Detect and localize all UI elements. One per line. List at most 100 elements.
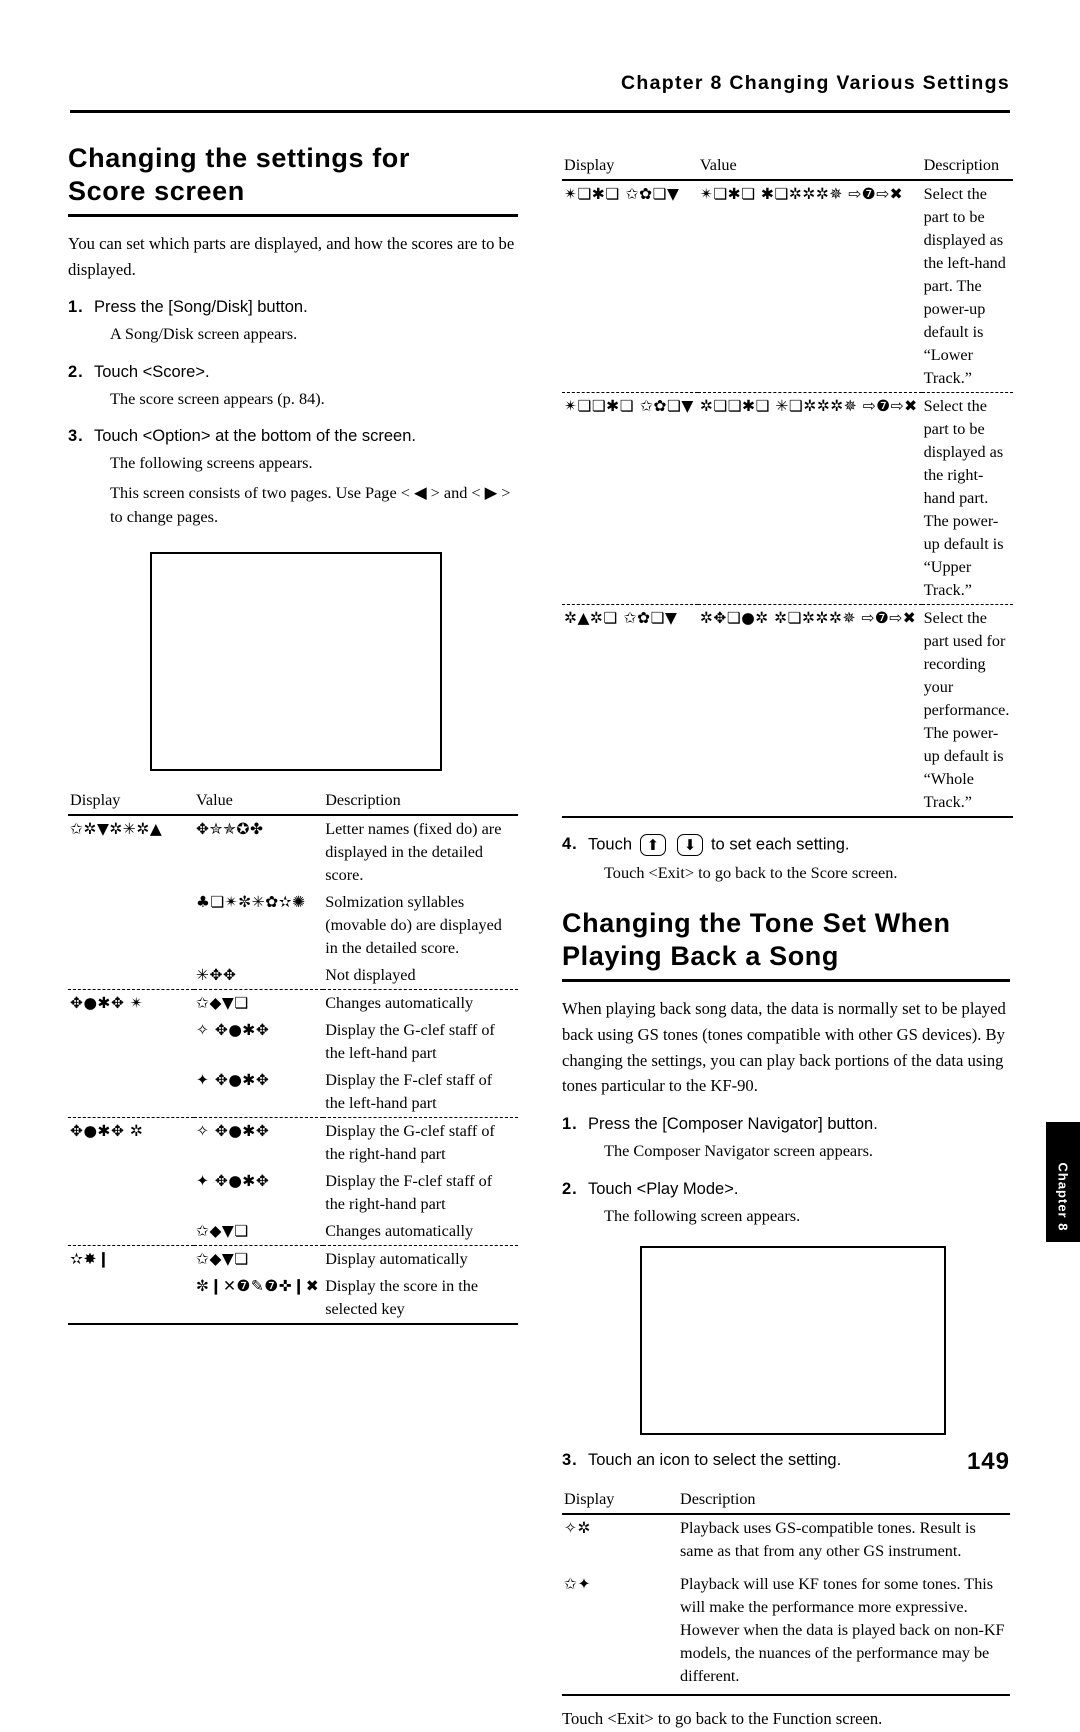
step-3-text: Touch <Option> at the bottom of the scre… — [94, 427, 416, 446]
table-row: ✥●✱✥ ✲ ✧ ✥●✱✥ Display the G-clef staff o… — [68, 1116, 518, 1168]
cell-value: ✲❏❏✱❏ ✳❏✲✲✲✵ ⇨❼⇨✖ — [697, 392, 922, 605]
cell-value: ✧ ✥●✱✥ — [196, 1020, 270, 1039]
cell-description: Display the G-clef staff of the left-han… — [325, 1020, 495, 1062]
step-4-number: 4. — [562, 835, 578, 854]
table-row: ✧ ✥●✱✥ Display the G-clef staff of the l… — [68, 1017, 518, 1067]
cell-display — [68, 889, 194, 962]
left-column: Changing the settings for Score screen Yo… — [68, 136, 518, 1325]
score-settings-table: Display Value Description ✩✲▼✲✳✲▲ ✥✮✯✪✤ … — [68, 789, 518, 1325]
step-r1: 1. Press the [Composer Navigator] button… — [562, 1115, 1010, 1134]
right-table-header-value: Value — [699, 156, 737, 174]
step-r2: 2. Touch <Play Mode>. — [562, 1180, 1010, 1199]
play-mode-screen-illustration — [640, 1246, 946, 1436]
table-row: ✩✲▼✲✳✲▲ ✥✮✯✪✤ Letter names (fixed do) ar… — [68, 814, 518, 889]
step-3-sub-b: This screen consists of two pages. Use P… — [110, 482, 511, 527]
page-number: 149 — [966, 1448, 1010, 1475]
table-row: ✴❏✱❏ ✩✿❏▼ ✴❏✱❏ ✱❏✲✲✲✵ ⇨❼⇨✖ Select the pa… — [562, 180, 1014, 393]
section-title-rule — [562, 979, 1010, 983]
cell-display: ✲▲✲❏ ✩✿❏▼ — [562, 604, 698, 817]
header-rule — [70, 110, 1010, 113]
arrow-up-icon[interactable]: ⬆ — [639, 834, 667, 856]
score-option-screen-illustration — [150, 551, 442, 771]
chapter-tab: Chapter 8 — [1046, 1122, 1080, 1242]
table-row: ✩✦ Playback will use KF tones for some t… — [562, 1565, 1010, 1690]
table-row: ✦ ✥●✱✥ Display the F-clef staff of the r… — [68, 1168, 518, 1218]
table-row: ✫✸❙ ✩◆▼❏ Display automatically — [68, 1244, 518, 1273]
step-2-sub: The score screen appears (p. 84). — [110, 388, 325, 408]
table-row: ✳✥✥ Not displayed — [68, 962, 518, 990]
cell-value: ✼❙✕❼✎❼✜❙✖ — [196, 1276, 320, 1295]
cell-description: Display the score in the selected key — [325, 1276, 479, 1318]
step-4-text: Touch ⬆ ⬇ to set each setting. — [588, 834, 1010, 856]
cell-description: Playback uses GS-compatible tones. Resul… — [680, 1519, 976, 1561]
tone-table-header-display: Display — [564, 1490, 615, 1509]
cell-display: ✥●✱✥ ✲ — [68, 1116, 194, 1168]
cell-description: Display the F-clef staff of the left-han… — [325, 1070, 493, 1112]
cell-display — [68, 962, 194, 990]
left-table-header-value: Value — [196, 790, 233, 809]
cell-description: Select the part to be displayed as the l… — [923, 185, 1006, 387]
cell-value: ♣❏✴✼✳✿✫✺ — [196, 892, 306, 911]
step-r1-text: Press the [Composer Navigator] button. — [588, 1115, 878, 1134]
table-row: ✼❙✕❼✎❼✜❙✖ Display the score in the selec… — [68, 1273, 518, 1324]
cell-description: Select the part used for recording your … — [921, 604, 1014, 817]
cell-description: Letter names (fixed do) are displayed in… — [325, 819, 502, 884]
closing-note: Touch <Exit> to go back to the Function … — [562, 1709, 883, 1729]
page-title: Changing the settings for Score screen — [68, 143, 410, 206]
intro-paragraph: You can set which parts are displayed, a… — [68, 233, 515, 279]
cell-display: ✴❏❏✱❏ ✩✿❏▼ — [562, 392, 698, 605]
step-r3-text: Touch an icon to select the setting. — [588, 1451, 842, 1470]
tone-set-table: Display Description ✧✲ Playback uses GS-… — [562, 1488, 1010, 1696]
part-settings-table: Display Value Description ✴❏✱❏ ✩✿❏▼ ✴❏✱❏… — [562, 154, 1014, 818]
section-title-tone-set: Changing the Tone Set When Playing Back a… — [562, 908, 951, 972]
step-r3-number: 3. — [562, 1451, 578, 1470]
cell-display: ✩✲▼✲✳✲▲ — [70, 819, 163, 838]
step-2-number: 2. — [68, 362, 84, 381]
cell-value: ✳✥✥ — [196, 965, 237, 984]
step-3-sub-a: The following screens appears. — [110, 453, 313, 473]
right-table-header-description: Description — [923, 156, 1000, 174]
cell-description: Display the F-clef staff of the right-ha… — [325, 1171, 493, 1213]
cell-display: ✥●✱✥ ✴ — [68, 988, 194, 1017]
table-row: ✲▲✲❏ ✩✿❏▼ ✲✥❏●✲ ✲❏✲✲✲✵ ⇨❼⇨✖ Select the p… — [562, 604, 1014, 817]
cell-value: ✴❏✱❏ ✱❏✲✲✲✵ ⇨❼⇨✖ — [699, 185, 904, 203]
step-r1-number: 1. — [562, 1115, 578, 1134]
table-row: ✧✲ Playback uses GS-compatible tones. Re… — [562, 1514, 1010, 1565]
cell-display — [68, 1017, 194, 1067]
step-r2-sub: The following screen appears. — [604, 1205, 801, 1225]
step-1-number: 1. — [68, 298, 84, 317]
step-2: 2. Touch <Score>. — [68, 363, 518, 382]
table-row: ♣❏✴✼✳✿✫✺ Solmization syllables (movable … — [68, 889, 518, 962]
step-r3: 3. Touch an icon to select the setting. — [562, 1451, 1010, 1470]
cell-description: Not displayed — [325, 965, 416, 984]
step-3: 3. Touch <Option> at the bottom of the s… — [68, 427, 518, 446]
cell-value: ✧ ✥●✱✥ — [194, 1116, 324, 1168]
cell-display: ✩✦ — [564, 1575, 591, 1594]
cell-value: ✦ ✥●✱✥ — [196, 1171, 270, 1190]
cell-description: Display the G-clef staff of the right-ha… — [323, 1116, 518, 1168]
title-rule — [68, 213, 518, 217]
cell-display — [68, 1067, 194, 1118]
step-4-sub: Touch <Exit> to go back to the Score scr… — [604, 863, 898, 882]
arrow-down-icon[interactable]: ⬇ — [676, 834, 704, 856]
step-r1-sub: The Composer Navigator screen appears. — [604, 1141, 873, 1161]
step-r2-text: Touch <Play Mode>. — [588, 1179, 739, 1198]
chapter-tab-label: Chapter 8 — [1055, 1162, 1071, 1232]
page-header: Chapter 8 Changing Various Settings — [621, 72, 1010, 94]
cell-description: Display automatically — [323, 1244, 518, 1273]
step-4: 4. Touch ⬆ ⬇ to set each setting. — [562, 834, 1010, 856]
cell-display — [68, 1273, 194, 1324]
cell-value: ✩◆▼❏ — [194, 1244, 324, 1273]
step-1-sub: A Song/Disk screen appears. — [110, 324, 298, 344]
left-table-header-display: Display — [70, 790, 121, 809]
tone-table-header-description: Description — [680, 1490, 756, 1509]
cell-description: Solmization syllables (movable do) are d… — [325, 892, 502, 957]
table-row-spacer — [562, 1690, 1010, 1696]
cell-value: ✦ ✥●✱✥ — [196, 1070, 270, 1089]
step-3-number: 3. — [68, 427, 84, 446]
table-row: ✦ ✥●✱✥ Display the F-clef staff of the l… — [68, 1067, 518, 1118]
left-table-header-description: Description — [325, 790, 401, 809]
step-1: 1. Press the [Song/Disk] button. — [68, 298, 518, 317]
table-row: ✴❏❏✱❏ ✩✿❏▼ ✲❏❏✱❏ ✳❏✲✲✲✵ ⇨❼⇨✖ Select the … — [562, 392, 1014, 605]
cell-value: ✩◆▼❏ — [194, 988, 324, 1017]
